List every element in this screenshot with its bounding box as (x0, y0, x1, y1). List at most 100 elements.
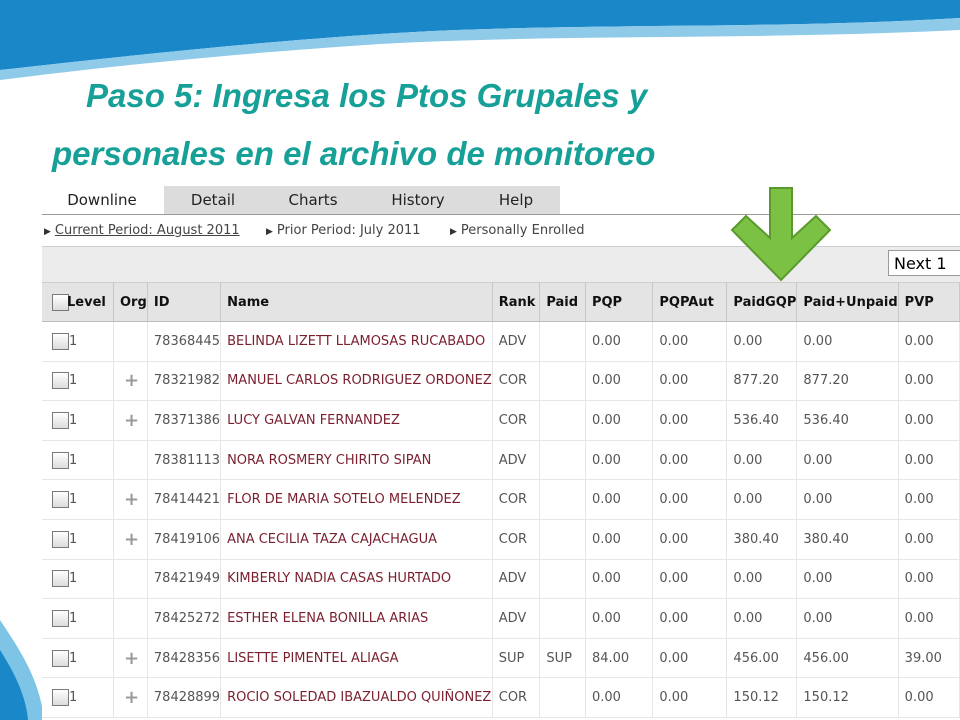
name-cell[interactable]: LISETTE PIMENTEL ALIAGA (220, 638, 493, 679)
rank-cell: COR (492, 519, 541, 560)
tab-help[interactable]: Help (472, 186, 560, 214)
expand-plus-icon[interactable]: + (120, 489, 139, 510)
row-checkbox[interactable] (52, 332, 69, 350)
row-checkbox[interactable] (52, 649, 69, 667)
table-row[interactable]: 1 + 78428899 ROCIO SOLEDAD IBAZUALDO QUI… (42, 677, 960, 718)
paid-unpaid-cell: 0.00 (796, 479, 899, 520)
row-checkbox[interactable] (52, 451, 69, 469)
id-cell: 78371386 (147, 400, 222, 441)
pager-select[interactable]: Next 1 (888, 250, 960, 276)
row-checkbox[interactable] (52, 530, 69, 548)
paid-cell (539, 479, 586, 520)
paid-cell: SUP (539, 638, 586, 679)
crumb-current-period[interactable]: ▶ Current Period: August 2011 (44, 223, 240, 238)
level-cell: 1 (42, 400, 114, 441)
row-checkbox[interactable] (52, 609, 69, 627)
crumb-prior-period[interactable]: ▶ Prior Period: July 2011 (266, 223, 421, 238)
pvp-cell: 0.00 (898, 321, 960, 362)
rank-cell: COR (492, 479, 541, 520)
expand-plus-icon[interactable] (120, 450, 124, 471)
column-header-name[interactable]: Name (220, 282, 493, 322)
name-cell[interactable]: KIMBERLY NADIA CASAS HURTADO (220, 559, 493, 600)
row-checkbox[interactable] (52, 372, 69, 390)
table-row[interactable]: 1 + 78371386 LUCY GALVAN FERNANDEZ COR 0… (42, 400, 960, 441)
expand-plus-icon[interactable] (120, 608, 124, 629)
pvp-cell: 0.00 (898, 361, 960, 402)
column-header-org[interactable]: Org (113, 282, 148, 322)
row-checkbox[interactable] (52, 570, 69, 588)
table-row[interactable]: 1 + 78321982 MANUEL CARLOS RODRIGUEZ ORD… (42, 361, 960, 402)
row-checkbox[interactable] (52, 491, 69, 509)
table-row[interactable]: 1 78425272 ESTHER ELENA BONILLA ARIAS AD… (42, 598, 960, 639)
rank-cell: ADV (492, 559, 541, 600)
pvp-cell: 0.00 (898, 598, 960, 639)
pqpaut-cell: 0.00 (652, 479, 728, 520)
org-cell (113, 321, 148, 362)
tab-detail[interactable]: Detail (164, 186, 262, 214)
expand-plus-icon[interactable]: + (120, 648, 139, 669)
id-cell: 78414421 (147, 479, 222, 520)
tab-charts[interactable]: Charts (262, 186, 364, 214)
table-row[interactable]: 1 78421949 KIMBERLY NADIA CASAS HURTADO … (42, 559, 960, 600)
column-header-level[interactable]: Level (42, 282, 114, 322)
paid-unpaid-cell: 877.20 (796, 361, 899, 402)
level-cell: 1 (42, 638, 114, 679)
pvp-cell: 0.00 (898, 440, 960, 481)
caret-right-icon: ▶ (44, 227, 51, 237)
column-header-pvp[interactable]: PVP (898, 282, 960, 322)
org-cell: + (113, 479, 148, 520)
name-cell[interactable]: FLOR DE MARIA SOTELO MELENDEZ (220, 479, 493, 520)
column-header-id[interactable]: ID (147, 282, 222, 322)
expand-plus-icon[interactable]: + (120, 687, 139, 708)
paid-unpaid-cell: 0.00 (796, 440, 899, 481)
column-header-paidgqp[interactable]: PaidGQP (726, 282, 798, 322)
org-cell: + (113, 400, 148, 441)
row-checkbox[interactable] (52, 689, 69, 707)
pqpaut-cell: 0.00 (652, 321, 728, 362)
column-header-pqp[interactable]: PQP (585, 282, 654, 322)
tab-downline[interactable]: Downline (42, 186, 162, 214)
paidgqp-cell: 877.20 (726, 361, 798, 402)
table-row[interactable]: 1 + 78414421 FLOR DE MARIA SOTELO MELEND… (42, 479, 960, 520)
pqpaut-cell: 0.00 (652, 400, 728, 441)
table-row[interactable]: 1 78368445 BELINDA LIZETT LLAMOSAS RUCAB… (42, 321, 960, 362)
paid-unpaid-cell: 380.40 (796, 519, 899, 560)
expand-plus-icon[interactable]: + (120, 410, 139, 431)
slide-title-line-2: personales en el archivo de monitoreo (52, 135, 656, 172)
name-cell[interactable]: ANA CECILIA TAZA CAJACHAGUA (220, 519, 493, 560)
rank-cell: ADV (492, 321, 541, 362)
name-cell[interactable]: BELINDA LIZETT LLAMOSAS RUCABADO (220, 321, 493, 362)
name-cell[interactable]: NORA ROSMERY CHIRITO SIPAN (220, 440, 493, 481)
paid-cell (539, 400, 586, 441)
pvp-cell: 0.00 (898, 559, 960, 600)
pvp-cell: 0.00 (898, 677, 960, 718)
tab-history[interactable]: History (364, 186, 472, 214)
expand-plus-icon[interactable] (120, 331, 124, 352)
name-cell[interactable]: MANUEL CARLOS RODRIGUEZ ORDONEZ (220, 361, 493, 402)
rank-cell: COR (492, 361, 541, 402)
table-row[interactable]: 1 + 78428356 LISETTE PIMENTEL ALIAGA SUP… (42, 638, 960, 679)
id-cell: 78421949 (147, 559, 222, 600)
pqp-cell: 0.00 (585, 598, 654, 639)
column-header-paid-unpaid[interactable]: Paid+Unpaid (796, 282, 899, 322)
paid-cell (539, 440, 586, 481)
downline-table: Level Org ID Name Rank Paid PQP PQPAut P… (42, 282, 960, 718)
row-checkbox[interactable] (52, 411, 69, 429)
column-header-pqpaut[interactable]: PQPAut (652, 282, 728, 322)
pqp-cell: 0.00 (585, 321, 654, 362)
expand-plus-icon[interactable]: + (120, 370, 139, 391)
name-cell[interactable]: LUCY GALVAN FERNANDEZ (220, 400, 493, 441)
paid-cell (539, 361, 586, 402)
expand-plus-icon[interactable] (120, 568, 124, 589)
name-cell[interactable]: ESTHER ELENA BONILLA ARIAS (220, 598, 493, 639)
name-cell[interactable]: ROCIO SOLEDAD IBAZUALDO QUIÑONEZ (220, 677, 493, 718)
column-header-paid[interactable]: Paid (539, 282, 586, 322)
rank-cell: ADV (492, 440, 541, 481)
column-header-rank[interactable]: Rank (492, 282, 541, 322)
table-header-row: Level Org ID Name Rank Paid PQP PQPAut P… (42, 282, 960, 322)
id-cell: 78419106 (147, 519, 222, 560)
expand-plus-icon[interactable]: + (120, 529, 139, 550)
table-row[interactable]: 1 78381113 NORA ROSMERY CHIRITO SIPAN AD… (42, 440, 960, 481)
table-row[interactable]: 1 + 78419106 ANA CECILIA TAZA CAJACHAGUA… (42, 519, 960, 560)
crumb-personally-enrolled[interactable]: ▶ Personally Enrolled (450, 223, 585, 238)
